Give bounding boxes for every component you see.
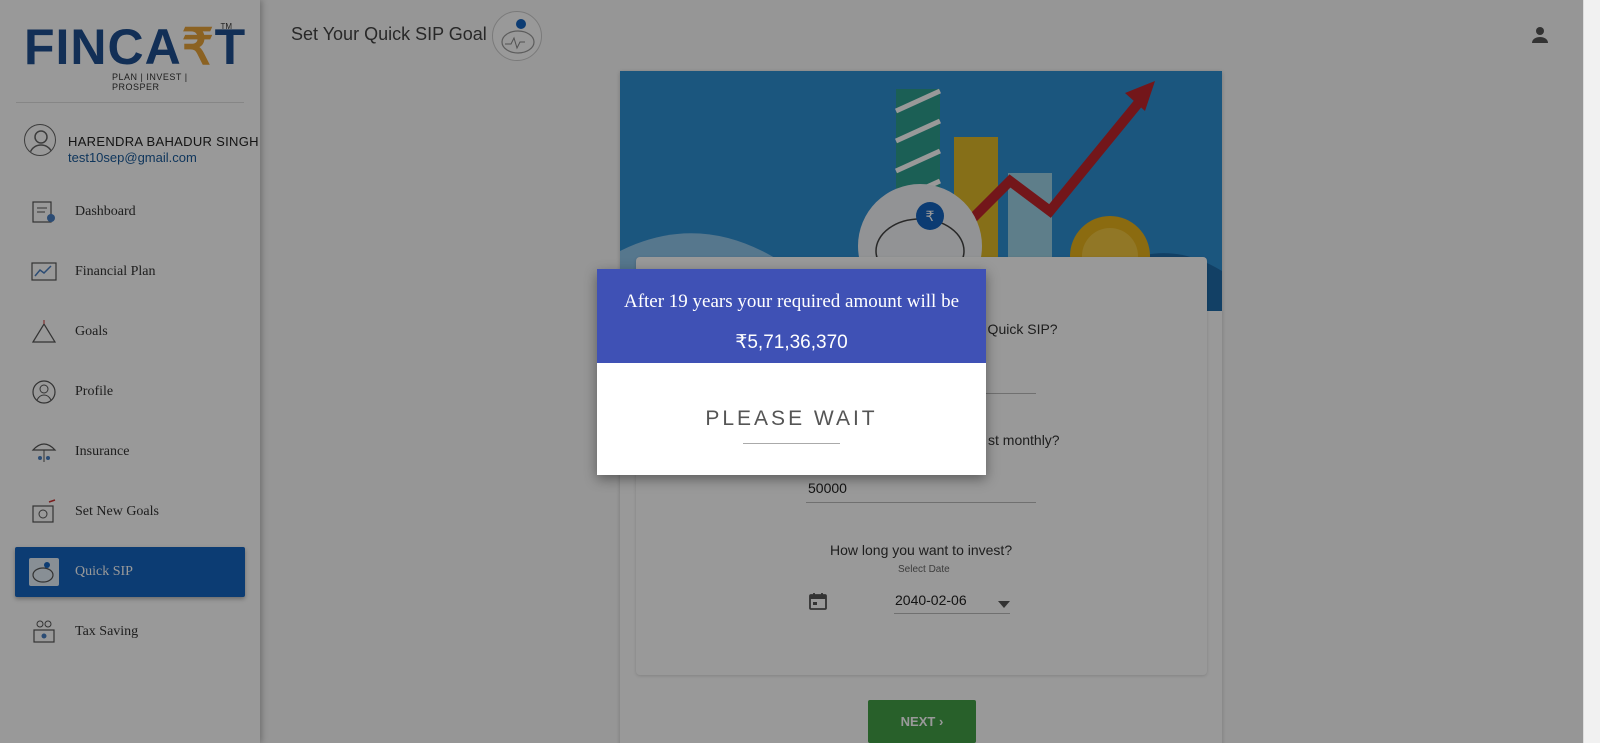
required-amount: ₹5,71,36,370 — [735, 332, 848, 353]
dialog-header: After 19 years your required amount will… — [597, 269, 986, 363]
page-scrollbar[interactable] — [1583, 0, 1600, 743]
dialog-title: After 19 years your required amount will… — [623, 291, 960, 312]
loading-bar — [743, 443, 840, 444]
please-wait-text: PLEASE WAIT — [705, 407, 878, 430]
result-dialog: After 19 years your required amount will… — [597, 269, 986, 475]
